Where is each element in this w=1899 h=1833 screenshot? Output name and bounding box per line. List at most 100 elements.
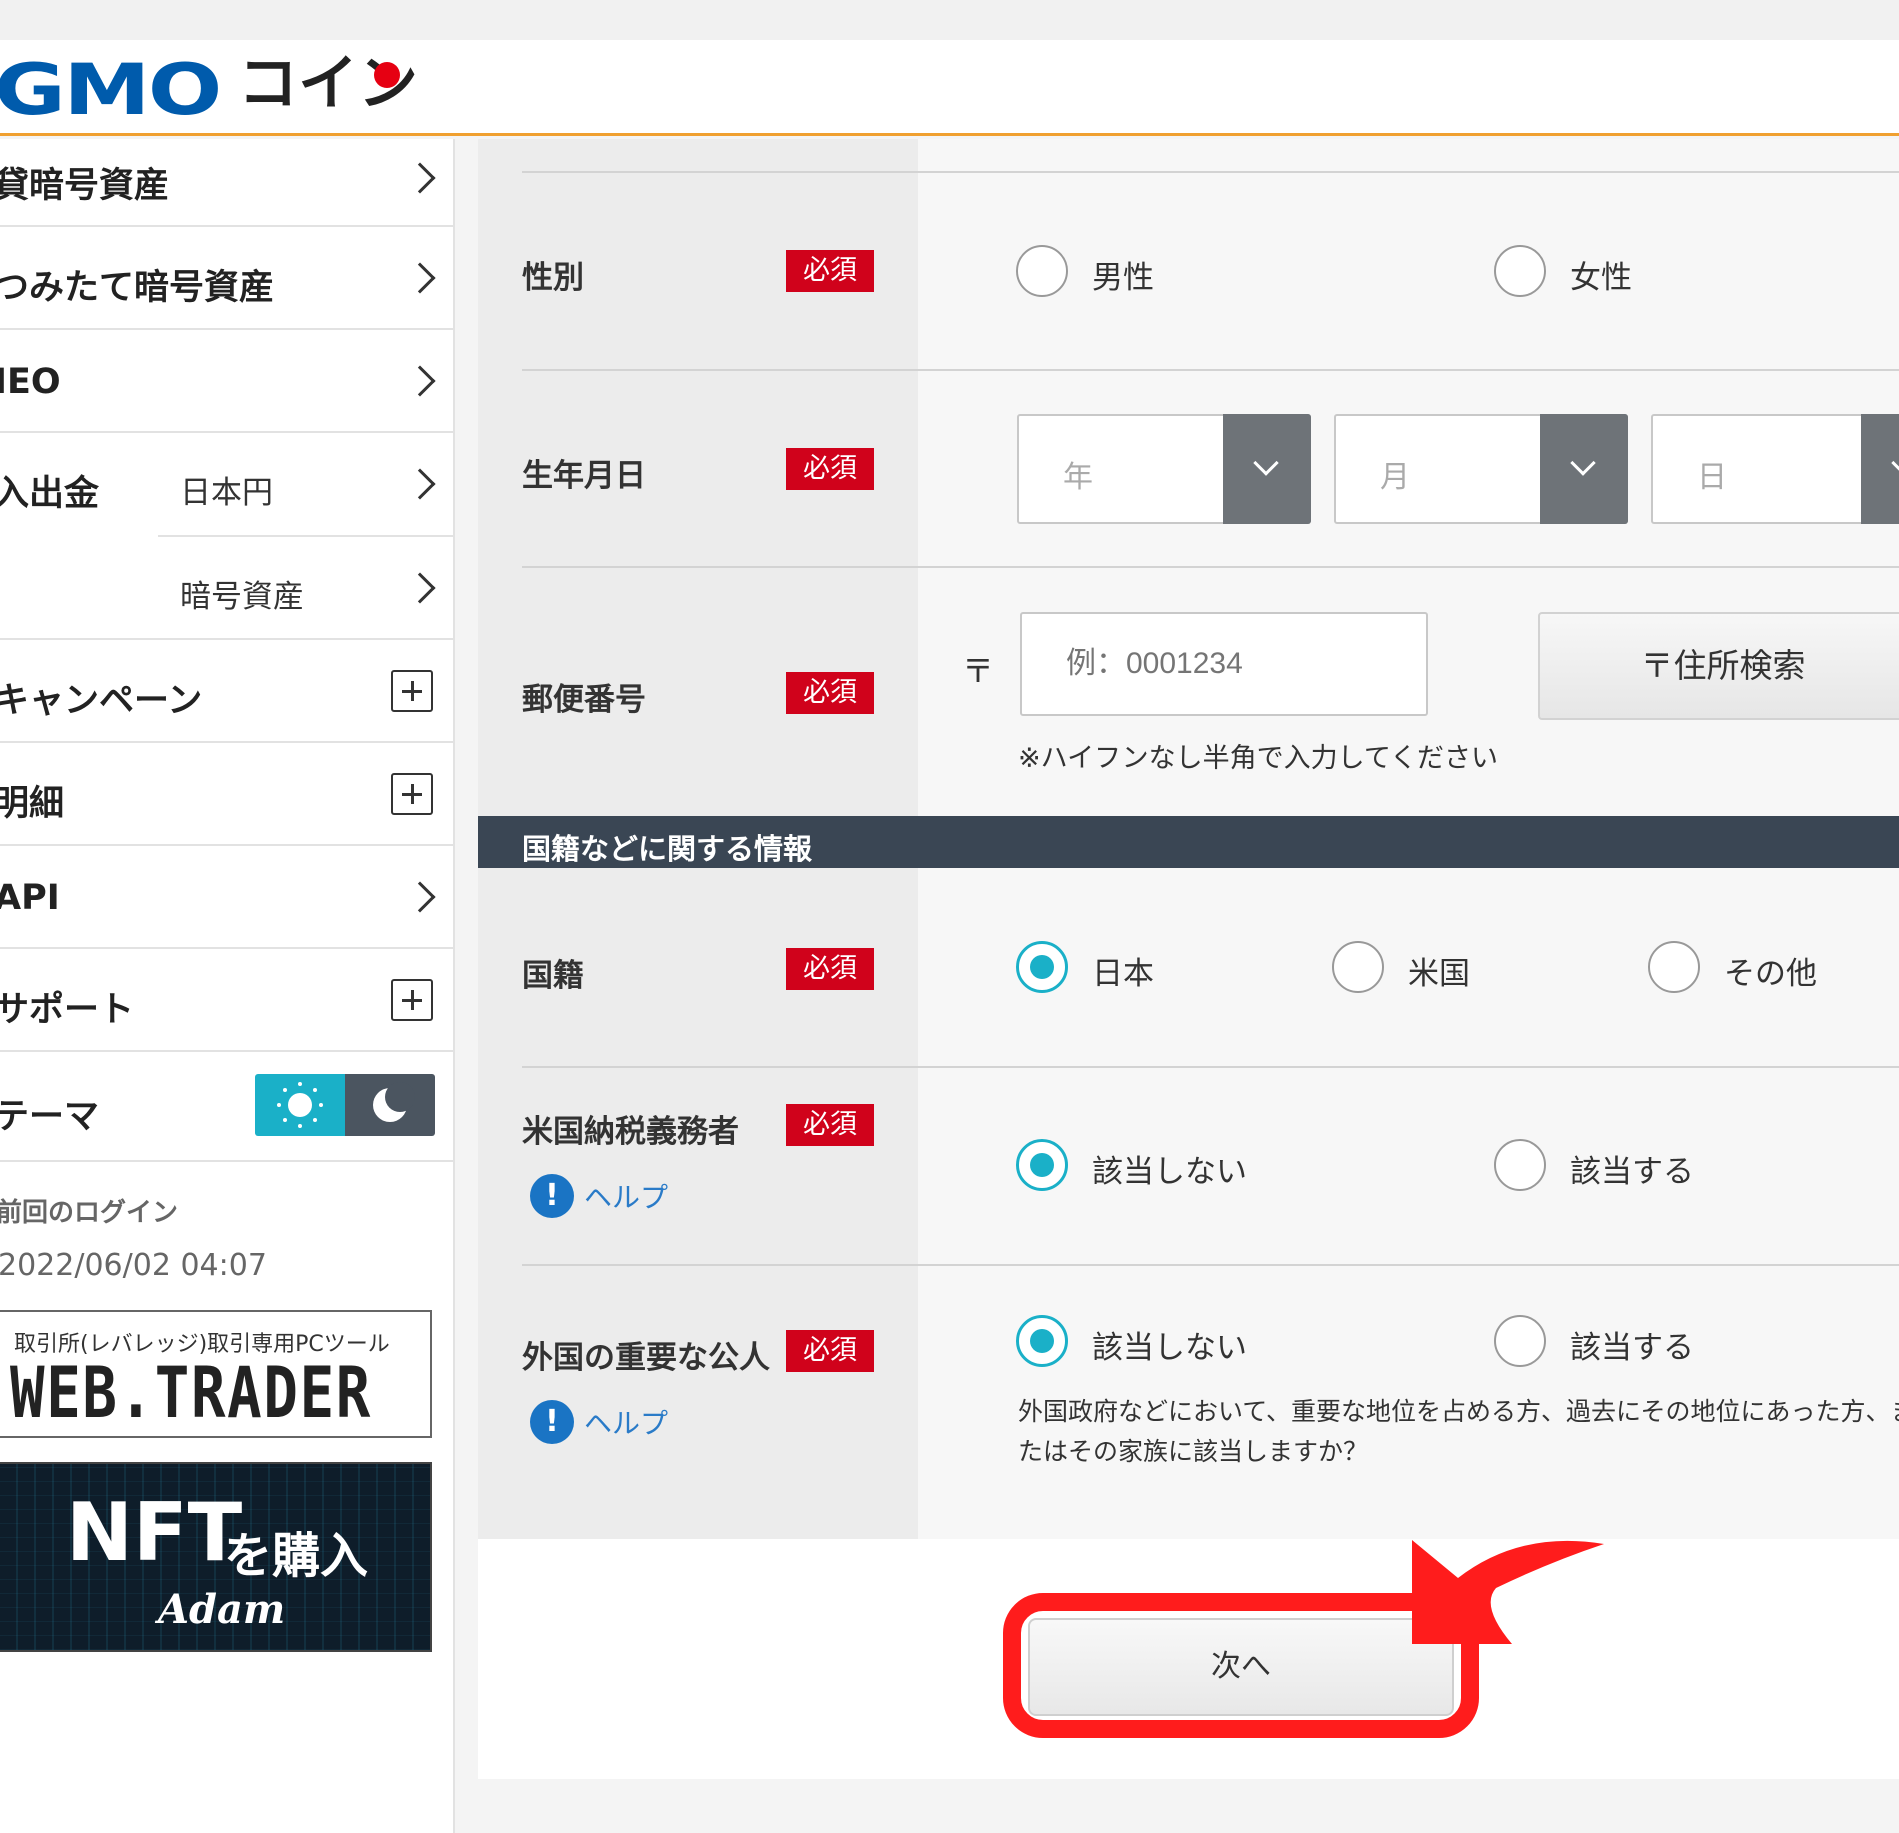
logo-dot-icon	[374, 62, 400, 88]
help-icon: !	[530, 1174, 574, 1218]
birthdate-label: 生年月日	[522, 458, 646, 494]
sidebar: 貸暗号資産 つみたて暗号資産 IEO 入出金 日本円 暗号資産 キャンペーン 明…	[0, 139, 455, 1833]
nationality-japan-radio[interactable]	[1016, 941, 1068, 993]
sidebar-item-theme: テーマ	[0, 1052, 453, 1162]
chevron-right-icon	[404, 881, 436, 913]
gender-female-label[interactable]: 女性	[1570, 252, 1632, 297]
sidebar-item-label: つみたて暗号資産	[0, 268, 275, 308]
required-badge: 必須	[786, 250, 874, 292]
sun-icon[interactable]	[255, 1074, 345, 1136]
divider	[522, 369, 1899, 371]
us-taxpayer-label: 米国納税義務者	[522, 1114, 739, 1150]
sidebar-item-ieo[interactable]: IEO	[0, 330, 453, 433]
postal-note: ※ハイフンなし半角で入力してください	[1018, 743, 1499, 774]
sidebar-item-lending[interactable]: 貸暗号資産	[0, 139, 453, 227]
divider	[522, 171, 1899, 173]
section-title: 国籍などに関する情報	[522, 832, 813, 866]
sidebar-item-label: IEO	[0, 362, 61, 402]
gender-male-label[interactable]: 男性	[1092, 252, 1154, 297]
foreign-pep-no-radio[interactable]	[1016, 1315, 1068, 1367]
sidebar-item-label: 貸暗号資産	[0, 166, 170, 206]
sidebar-item-label: 明細	[0, 784, 65, 824]
sidebar-item-campaign[interactable]: キャンペーン	[0, 640, 453, 743]
section-header: 国籍などに関する情報	[478, 816, 1899, 868]
sidebar-item-label: サポート	[0, 990, 135, 1030]
required-badge: 必須	[786, 1330, 874, 1372]
plus-icon	[391, 773, 433, 815]
sidebar-item-support[interactable]: サポート	[0, 949, 453, 1052]
chevron-right-icon	[404, 262, 436, 294]
postal-label: 郵便番号	[522, 682, 646, 718]
postal-code-input[interactable]	[1020, 612, 1428, 716]
help-icon: !	[530, 1400, 574, 1444]
divider	[522, 1264, 1899, 1266]
plus-icon	[391, 670, 433, 712]
chevron-down-icon[interactable]	[1861, 414, 1899, 524]
sidebar-item-api[interactable]: API	[0, 846, 453, 949]
divider	[522, 566, 1899, 568]
webtrader-banner[interactable]: 取引所(レバレッジ)取引専用PCツール WEB.TRADER	[0, 1310, 432, 1438]
moon-icon[interactable]	[345, 1074, 435, 1136]
us-taxpayer-yes-radio[interactable]	[1494, 1139, 1546, 1191]
birth-year-select[interactable]: 年	[1017, 414, 1311, 524]
address-search-button[interactable]: 〒住所検索	[1538, 612, 1899, 720]
browser-top-strip	[0, 0, 1899, 40]
chevron-right-icon	[404, 468, 436, 500]
chevron-right-icon	[404, 365, 436, 397]
sidebar-item-label: 入出金	[0, 474, 100, 514]
us-taxpayer-no-label[interactable]: 該当しない	[1092, 1146, 1247, 1191]
chevron-down-icon[interactable]	[1540, 414, 1628, 524]
sidebar-sub-label: 暗号資産	[180, 579, 304, 615]
sidebar-item-deposit-crypto[interactable]: 暗号資産	[0, 537, 453, 640]
nationality-us-label[interactable]: 米国	[1408, 948, 1470, 993]
chevron-right-icon	[404, 162, 436, 194]
gender-label: 性別	[522, 260, 584, 296]
last-login-title: 前回のログイン	[0, 1198, 179, 1228]
page: GMO コイン 貸暗号資産 つみたて暗号資産 IEO 入出金 日本円 暗号資産	[0, 0, 1899, 1833]
gmo-coin-logo[interactable]: GMO コイン	[0, 54, 418, 125]
foreign-pep-help-link[interactable]: ! ヘルプ	[530, 1400, 668, 1444]
us-taxpayer-yes-label[interactable]: 該当する	[1570, 1146, 1694, 1191]
help-text: ヘルプ	[584, 1407, 669, 1440]
us-taxpayer-no-radio[interactable]	[1016, 1139, 1068, 1191]
banner-title-ja: を購入	[224, 1528, 369, 1584]
nationality-japan-label[interactable]: 日本	[1092, 948, 1154, 993]
foreign-pep-label: 外国の重要な公人	[522, 1340, 770, 1376]
sidebar-sub-label: 日本円	[180, 475, 273, 511]
nationality-label: 国籍	[522, 958, 584, 994]
foreign-pep-yes-radio[interactable]	[1494, 1315, 1546, 1367]
logo-text: GMO	[0, 49, 222, 131]
sidebar-item-label: テーマ	[0, 1097, 100, 1137]
site-header: GMO コイン	[0, 40, 1899, 136]
us-taxpayer-help-link[interactable]: ! ヘルプ	[530, 1174, 668, 1218]
chevron-down-icon[interactable]	[1223, 414, 1311, 524]
sidebar-item-statements[interactable]: 明細	[0, 743, 453, 846]
birth-day-select[interactable]: 日	[1651, 414, 1899, 524]
divider	[522, 1066, 1899, 1068]
nft-banner[interactable]: NFT を購入 Adam	[0, 1462, 432, 1652]
plus-icon	[391, 979, 433, 1021]
sidebar-item-tsumitate[interactable]: つみたて暗号資産	[0, 227, 453, 330]
chevron-right-icon	[404, 572, 436, 604]
theme-toggle[interactable]	[255, 1074, 435, 1136]
nationality-other-radio[interactable]	[1648, 941, 1700, 993]
annotation-arrow-icon	[1412, 1540, 1604, 1644]
foreign-pep-yes-label[interactable]: 該当する	[1570, 1322, 1694, 1367]
foreign-pep-description: 外国政府などにおいて、重要な地位を占める方、過去にその地位にあった方、またはその…	[1018, 1397, 1899, 1466]
nationality-other-label[interactable]: その他	[1724, 948, 1817, 993]
required-badge: 必須	[786, 672, 874, 714]
last-login-date: 2022/06/02 04:07	[0, 1248, 267, 1283]
required-badge: 必須	[786, 1104, 874, 1146]
banner-brand: Adam	[158, 1586, 286, 1633]
help-text: ヘルプ	[584, 1181, 669, 1214]
banner-title: WEB.TRADER	[10, 1352, 372, 1434]
select-placeholder: 年	[1063, 460, 1093, 495]
select-placeholder: 月	[1380, 460, 1410, 495]
nationality-us-radio[interactable]	[1332, 941, 1384, 993]
foreign-pep-no-label[interactable]: 該当しない	[1092, 1322, 1247, 1367]
birth-month-select[interactable]: 月	[1334, 414, 1628, 524]
gender-male-radio[interactable]	[1016, 245, 1068, 297]
gender-female-radio[interactable]	[1494, 245, 1546, 297]
sidebar-item-deposit-jpy[interactable]: 入出金 日本円	[0, 433, 453, 536]
sidebar-item-label: キャンペーン	[0, 681, 203, 721]
